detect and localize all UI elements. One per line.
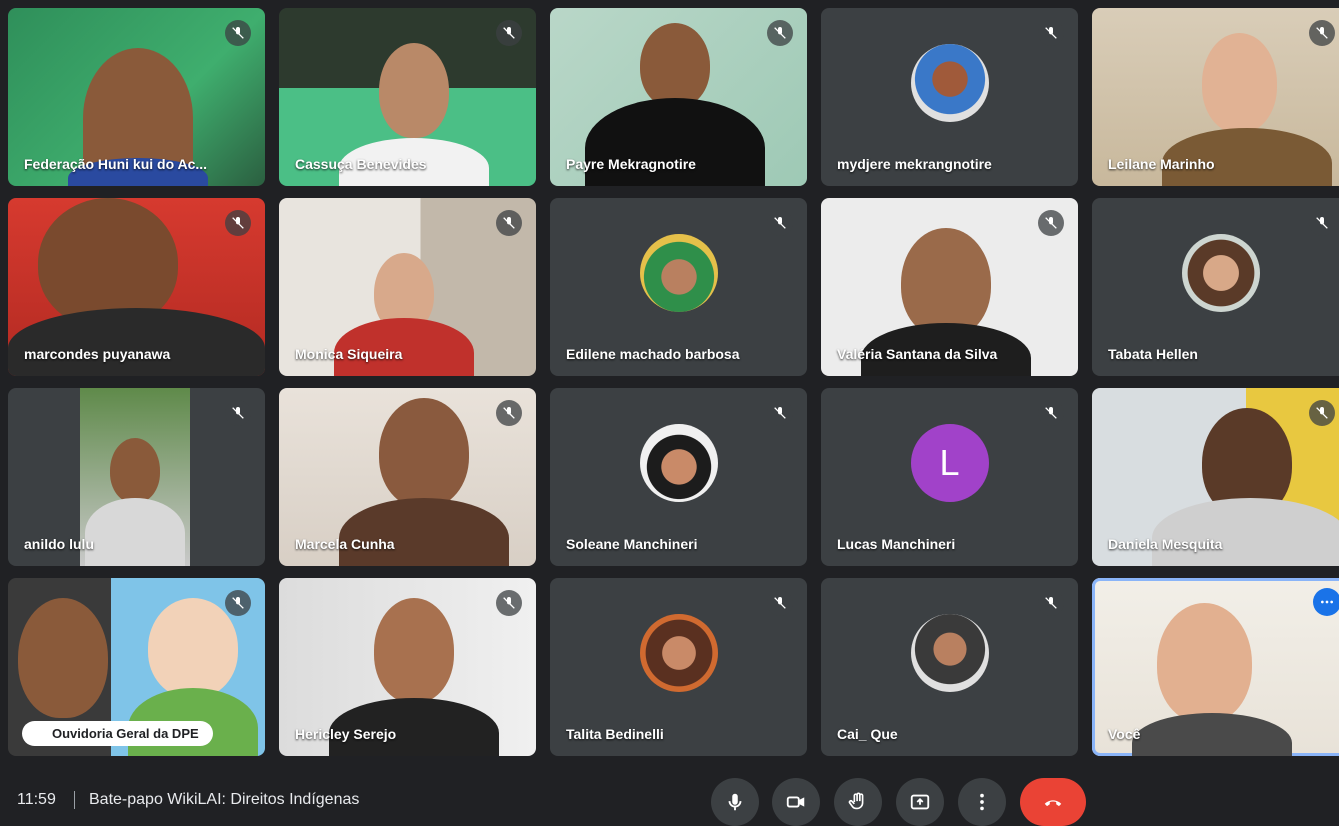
mic-off-icon [767, 210, 793, 236]
participant-video [640, 23, 710, 108]
mic-off-icon [225, 20, 251, 46]
participant-name: mydjere mekrangnotire [837, 156, 992, 172]
participant-tile[interactable]: Federação Huni kui do Ac... [8, 8, 265, 186]
participant-name: Cai_ Que [837, 726, 898, 742]
participant-name: Você [1108, 726, 1141, 742]
more-options-icon[interactable] [1313, 588, 1339, 616]
present-icon [910, 794, 930, 810]
participant-name: Valéria Santana da Silva [837, 346, 998, 362]
end-call-icon [1044, 800, 1062, 807]
camera-button[interactable] [772, 778, 820, 826]
participant-name: Federação Huni kui do Ac... [24, 156, 208, 172]
participant-tile[interactable]: Edilene machado barbosa [550, 198, 807, 376]
participant-name: Leilane Marinho [1108, 156, 1215, 172]
mic-off-icon [1038, 210, 1064, 236]
participant-name: Payre Mekragnotire [566, 156, 696, 172]
participant-avatar [639, 423, 718, 502]
participant-tile[interactable]: L Lucas Manchineri [821, 388, 1078, 566]
participant-name: Soleane Manchineri [566, 536, 698, 552]
participant-name: Marcela Cunha [295, 536, 395, 552]
participant-grid: Federação Huni kui do Ac... Cassuça Bene… [8, 8, 1339, 756]
participant-name: Daniela Mesquita [1108, 536, 1223, 552]
participant-tile[interactable]: Valéria Santana da Silva [821, 198, 1078, 376]
camera-icon [786, 796, 805, 808]
more-vert-icon [980, 793, 984, 811]
participant-name: Monica Siqueira [295, 346, 403, 362]
participant-tile[interactable]: Hericley Serejo [279, 578, 536, 756]
participant-tile[interactable]: Cai_ Que [821, 578, 1078, 756]
participant-tile[interactable]: Payre Mekragnotire [550, 8, 807, 186]
participant-tile[interactable]: Soleane Manchineri [550, 388, 807, 566]
mic-off-icon [225, 590, 251, 616]
participant-tile[interactable]: Leilane Marinho [1092, 8, 1339, 186]
divider [74, 791, 75, 809]
participant-avatar [639, 613, 718, 692]
participant-tile[interactable]: Daniela Mesquita [1092, 388, 1339, 566]
participant-name: Cassuça Benevides [295, 156, 427, 172]
participant-tile[interactable]: Tabata Hellen [1092, 198, 1339, 376]
mic-off-icon [1309, 400, 1335, 426]
mic-off-icon [767, 400, 793, 426]
mic-off-icon [1309, 20, 1335, 46]
mic-off-icon [767, 590, 793, 616]
mic-off-icon [1038, 590, 1064, 616]
participant-name: Tabata Hellen [1108, 346, 1198, 362]
mic-off-icon [496, 20, 522, 46]
participant-video [379, 43, 449, 138]
participant-video [80, 388, 190, 566]
participant-tile[interactable]: Cassuça Benevides [279, 8, 536, 186]
mic-off-icon [496, 590, 522, 616]
participant-avatar [639, 233, 718, 312]
more-options-button[interactable] [958, 778, 1006, 826]
mic-off-icon [496, 400, 522, 426]
participant-video [1157, 603, 1252, 723]
end-call-button[interactable] [1020, 778, 1086, 826]
participant-tile[interactable]: Marcela Cunha [279, 388, 536, 566]
participant-avatar: L [910, 423, 989, 502]
participant-name: anildo lulu [24, 536, 94, 552]
mic-off-icon [1038, 400, 1064, 426]
participant-video [1202, 33, 1277, 133]
participant-tile[interactable]: Talita Bedinelli [550, 578, 807, 756]
participant-avatar [1181, 233, 1260, 312]
participant-name: Hericley Serejo [295, 726, 397, 742]
bottom-bar: 11:59 Bate-papo WikiLAI: Direitos Indíge… [0, 770, 1339, 826]
participant-video [901, 228, 991, 338]
participant-tile[interactable]: mydjere mekrangnotire [821, 8, 1078, 186]
participant-tile[interactable]: Monica Siqueira [279, 198, 536, 376]
participant-video [379, 398, 469, 508]
mic-off-icon [1309, 210, 1335, 236]
participant-tile[interactable]: Ouvidoria Geral da DPE [8, 578, 265, 756]
participant-name: Lucas Manchineri [837, 536, 956, 552]
clock: 11:59 [17, 791, 56, 808]
mic-off-icon [1038, 20, 1064, 46]
participant-tile[interactable]: anildo lulu [8, 388, 265, 566]
participant-name: marcondes puyanawa [24, 346, 171, 362]
mic-off-icon [225, 210, 251, 236]
participant-tile[interactable]: marcondes puyanawa [8, 198, 265, 376]
mic-button[interactable] [711, 778, 759, 826]
raise-hand-button[interactable] [834, 778, 882, 826]
participant-video [18, 598, 108, 718]
participant-tile-self[interactable]: Você [1092, 578, 1339, 756]
participant-name: Talita Bedinelli [566, 726, 664, 742]
participant-avatar [910, 613, 989, 692]
participant-avatar [910, 43, 989, 122]
participant-video [374, 598, 454, 703]
mic-off-icon [496, 210, 522, 236]
participant-name: Edilene machado barbosa [566, 346, 740, 362]
raise-hand-icon [848, 792, 864, 810]
present-button[interactable] [896, 778, 944, 826]
mic-off-icon [225, 400, 251, 426]
participant-name-pill: Ouvidoria Geral da DPE [22, 721, 213, 746]
meeting-title: Bate-papo WikiLAI: Direitos Indígenas [89, 791, 360, 808]
mic-icon [728, 793, 742, 811]
mic-off-icon [767, 20, 793, 46]
